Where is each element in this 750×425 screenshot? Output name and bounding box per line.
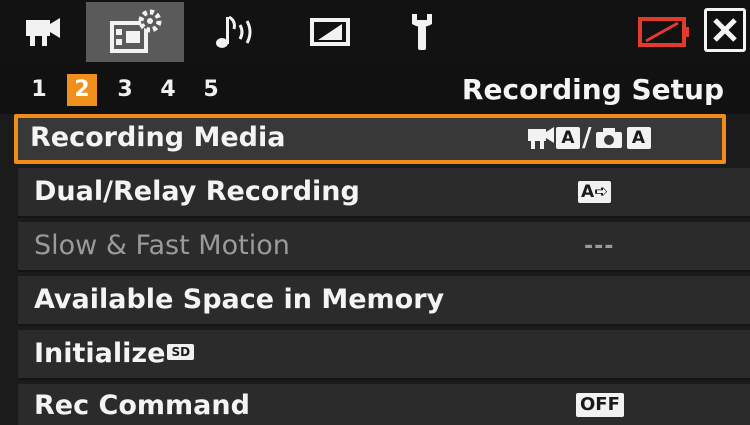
menu-item-initialize[interactable]: Initialize SD — [18, 330, 750, 380]
menu-item-label: Recording Media — [30, 122, 286, 153]
dual-relay-value: A➪ — [578, 175, 612, 209]
menu-item-available-space[interactable]: Available Space in Memory — [18, 276, 750, 326]
page-2-button[interactable]: 2 — [67, 74, 97, 106]
close-button[interactable] — [704, 8, 746, 52]
relay-recording-icon: A➪ — [578, 181, 612, 203]
close-icon — [713, 18, 737, 42]
page-selector: 1 2 3 4 5 Recording Setup — [0, 64, 750, 114]
battery-warning-icon — [638, 17, 689, 47]
sd-card-badge: SD — [167, 343, 195, 360]
tab-display-setup[interactable] — [282, 2, 378, 62]
tab-audio-setup[interactable] — [188, 2, 284, 62]
photo-slot-badge: A — [626, 127, 651, 149]
menu-item-label: Available Space in Memory — [34, 284, 445, 315]
menu-item-rec-command[interactable]: Rec Command OFF — [18, 384, 750, 425]
movie-camera-icon — [528, 127, 554, 149]
audio-icon — [216, 15, 252, 48]
menu-item-label: Dual/Relay Recording — [34, 176, 360, 207]
movie-slot-badge: A — [556, 127, 580, 149]
page-3-button[interactable]: 3 — [110, 74, 140, 106]
recording-media-value: A / A — [526, 121, 651, 155]
page-title: Recording Setup — [461, 73, 724, 106]
menu-item-label: Initialize — [34, 338, 166, 369]
value-separator: / — [582, 123, 592, 153]
page-1-button[interactable]: 1 — [24, 74, 54, 106]
menu-item-label: Slow & Fast Motion — [34, 230, 290, 261]
battery-status — [636, 14, 692, 50]
display-icon — [310, 18, 350, 46]
recording-setup-icon — [110, 9, 162, 53]
rec-command-value: OFF — [576, 388, 624, 422]
rec-command-off-badge: OFF — [576, 393, 624, 417]
slow-fast-motion-value: --- — [584, 233, 615, 259]
tab-recording-setup[interactable] — [86, 2, 184, 62]
movie-camera-icon — [26, 18, 60, 46]
relay-arrow-icon: ➪ — [594, 182, 609, 202]
menu-item-label: Rec Command — [34, 390, 250, 421]
page-4-button[interactable]: 4 — [153, 74, 183, 106]
menu-item-dual-relay-recording[interactable]: Dual/Relay Recording A➪ — [18, 168, 750, 218]
wrench-icon — [412, 14, 432, 50]
tab-camera-setup[interactable] — [0, 2, 84, 62]
menu-item-label-wrap: Initialize SD — [34, 336, 195, 372]
photo-camera-icon — [595, 128, 622, 148]
tab-system-setup[interactable] — [374, 2, 470, 62]
relay-slot-letter: A — [581, 182, 595, 202]
menu-tab-bar — [0, 0, 750, 64]
camera-menu-screen: 1 2 3 4 5 Recording Setup Recording Medi… — [0, 0, 750, 425]
menu-item-slow-fast-motion[interactable]: Slow & Fast Motion --- — [18, 222, 750, 272]
page-5-button[interactable]: 5 — [196, 74, 226, 106]
menu-item-recording-media[interactable]: Recording Media A / A — [14, 114, 726, 164]
